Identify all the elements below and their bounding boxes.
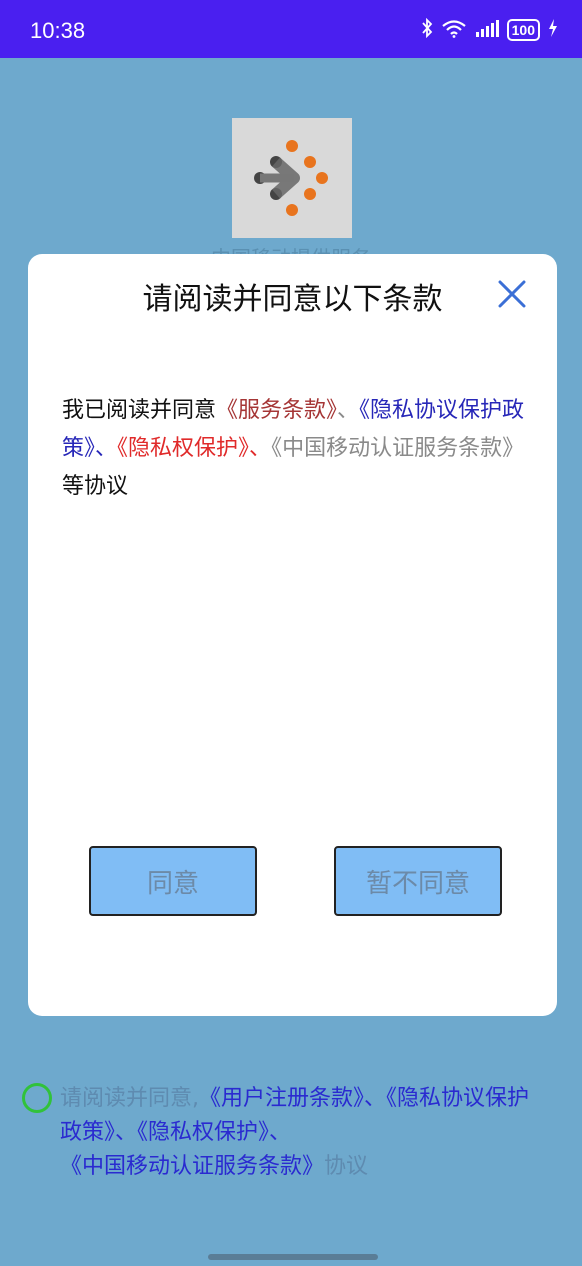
bluetooth-icon bbox=[421, 17, 433, 42]
terms-suffix: 等协议 bbox=[62, 474, 129, 499]
terms-separator: 、 bbox=[337, 398, 360, 423]
agree-button[interactable]: 同意 bbox=[89, 846, 257, 916]
status-icons: 100 bbox=[421, 17, 558, 42]
terms-prefix: 我已阅读并同意 bbox=[62, 398, 217, 423]
status-time: 10:38 bbox=[30, 18, 86, 43]
consent-suffix: 协议 bbox=[324, 1154, 369, 1179]
wifi-icon bbox=[441, 18, 467, 42]
charging-icon bbox=[548, 19, 558, 41]
consent-separator: 、 bbox=[115, 1120, 138, 1145]
consent-text: 请阅读并同意,《用户注册条款》、《隐私协议保护政策》、《隐私权保护》、《中国移动… bbox=[60, 1082, 542, 1184]
consent-separator: 、 bbox=[364, 1086, 387, 1111]
consent-prefix: 请阅读并同意, bbox=[60, 1086, 199, 1111]
home-indicator[interactable] bbox=[208, 1254, 378, 1260]
close-icon bbox=[498, 280, 526, 308]
cmcc-auth-terms-link[interactable]: 《中国移动认证服务条款》 bbox=[271, 436, 524, 461]
service-terms-link[interactable]: 《服务条款》 bbox=[216, 398, 337, 423]
terms-text: 我已阅读并同意《服务条款》、《隐私协议保护政策》、《隐私权保护》、《中国移动认证… bbox=[62, 392, 526, 506]
registration-terms-link[interactable]: 《用户注册条款》 bbox=[199, 1086, 364, 1111]
consent-radio[interactable] bbox=[22, 1083, 52, 1113]
privacy-rights-link[interactable]: 《隐私权保护》 bbox=[137, 1120, 269, 1145]
status-bar: 10:38 100 bbox=[0, 0, 582, 58]
cmcc-auth-terms-link[interactable]: 《中国移动认证服务条款》 bbox=[60, 1154, 324, 1179]
battery-icon: 100 bbox=[506, 19, 540, 41]
disagree-button[interactable]: 暂不同意 bbox=[334, 846, 502, 916]
signal-icon bbox=[475, 19, 499, 41]
dialog-title: 请阅读并同意以下条款 bbox=[142, 282, 443, 317]
close-button[interactable] bbox=[494, 276, 530, 312]
app-logo bbox=[232, 118, 352, 238]
terms-dialog: 请阅读并同意以下条款 我已阅读并同意《服务条款》、《隐私协议保护政策》、《隐私权… bbox=[28, 254, 557, 1016]
terms-separator: 、 bbox=[249, 436, 272, 461]
consent-row: 请阅读并同意,《用户注册条款》、《隐私协议保护政策》、《隐私权保护》、《中国移动… bbox=[22, 1082, 542, 1184]
arrow-logo-icon bbox=[254, 140, 328, 216]
terms-separator: 、 bbox=[95, 436, 118, 461]
privacy-rights-link[interactable]: 《隐私权保护》 bbox=[117, 436, 249, 461]
consent-separator: 、 bbox=[269, 1120, 292, 1145]
